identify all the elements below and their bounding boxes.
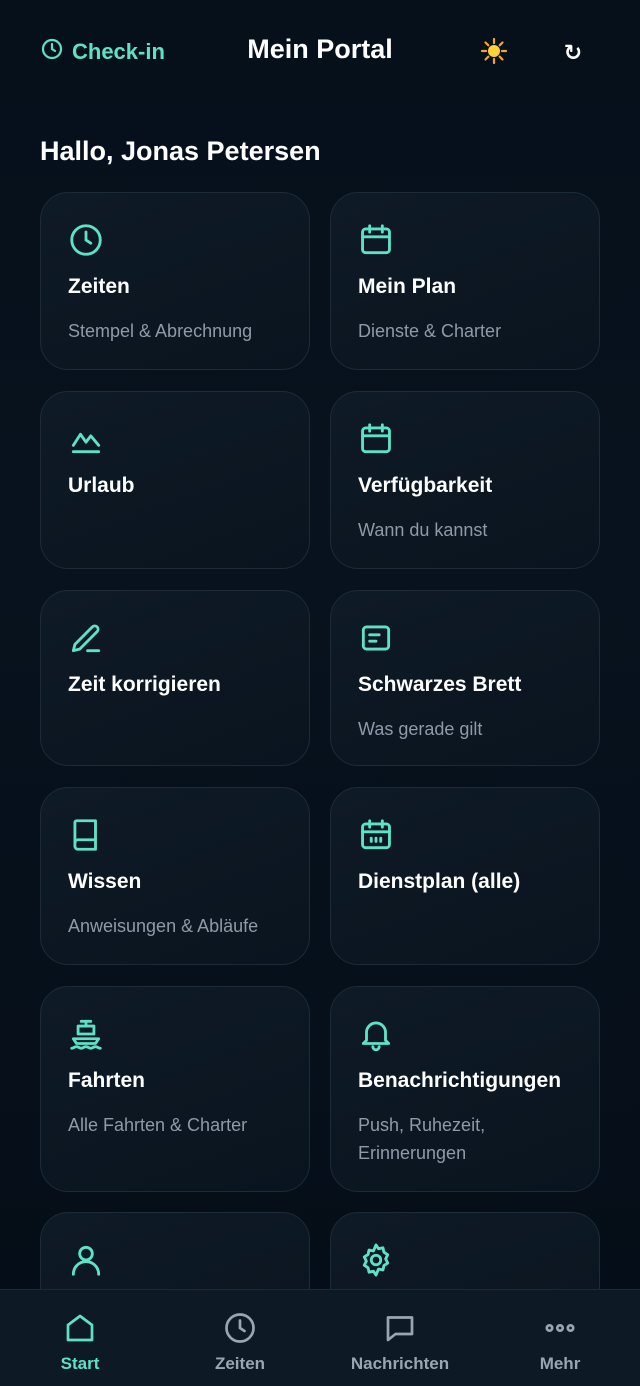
tile-zeit-korrigieren[interactable]: Zeit korrigieren	[40, 590, 310, 766]
tile-title: Verfügbarkeit	[358, 474, 493, 497]
nav-start[interactable]: Start	[0, 1290, 160, 1386]
tile-subtitle: Alle Fahrten & Charter	[68, 1115, 248, 1135]
tile-fahrten[interactable]: Fahrten Alle Fahrten & Charter	[40, 986, 310, 1192]
tile-title: Dienstplan (alle)	[358, 870, 521, 893]
app-screen: Check-in Mein Portal ↻ Hallo, Jonas Pete…	[0, 0, 640, 1386]
gear-icon	[357, 1241, 395, 1279]
tile-urlaub[interactable]: Urlaub	[40, 391, 310, 569]
tile-title: Schwarzes Brett	[358, 673, 522, 696]
calendar-grid-icon	[357, 816, 395, 854]
user-icon	[67, 1241, 105, 1279]
home-icon	[62, 1310, 98, 1346]
page-title: Mein Portal	[247, 34, 393, 64]
tile-title: Benachrichtigungen	[358, 1069, 562, 1092]
nav-label: Nachrichten	[350, 1354, 450, 1373]
nav-label: Mehr	[539, 1354, 581, 1373]
top-bar: Check-in Mein Portal ↻	[0, 0, 640, 102]
tile-subtitle: Dienste & Charter	[358, 321, 502, 341]
more-icon	[542, 1310, 578, 1346]
book-icon	[67, 816, 105, 854]
calendar-icon	[357, 221, 395, 259]
pencil-icon	[67, 619, 105, 657]
sun-icon	[480, 37, 508, 70]
tile-subtitle: Push, Ruhezeit, Erinnerungen	[358, 1115, 486, 1163]
refresh-icon: ↻	[563, 40, 583, 65]
clock-icon	[67, 221, 105, 259]
ship-icon	[67, 1015, 105, 1053]
theme-toggle-button[interactable]	[478, 37, 510, 70]
tile-subtitle: Wann du kannst	[358, 520, 488, 540]
tile-title: Zeit korrigieren	[68, 673, 221, 696]
refresh-button[interactable]: ↻	[558, 38, 588, 68]
bottom-navigation: Start Zeiten Nachrichten Mehr	[0, 1289, 640, 1386]
nav-label: Zeiten	[214, 1354, 266, 1373]
calendar-icon	[357, 420, 395, 458]
tile-verfuegbarkeit[interactable]: Verfügbarkeit Wann du kannst	[330, 391, 600, 569]
tile-subtitle: Stempel & Abrechnung	[68, 321, 253, 341]
clock-icon	[222, 1310, 258, 1346]
tile-title: Urlaub	[68, 474, 135, 497]
tile-subtitle: Anweisungen & Abläufe	[68, 916, 259, 936]
tile-wissen[interactable]: Wissen Anweisungen & Abläufe	[40, 787, 310, 965]
tile-title: Mein Plan	[358, 275, 457, 298]
tile-zeiten[interactable]: Zeiten Stempel & Abrechnung	[40, 192, 310, 370]
mountain-icon	[67, 420, 105, 458]
nav-mehr[interactable]: Mehr	[480, 1290, 640, 1386]
tile-title: Wissen	[68, 870, 142, 893]
greeting-heading: Hallo, Jonas Petersen	[40, 136, 321, 166]
nav-zeiten[interactable]: Zeiten	[160, 1290, 320, 1386]
tile-dienstplan-alle[interactable]: Dienstplan (alle)	[330, 787, 600, 965]
tile-schwarzes-brett[interactable]: Schwarzes Brett Was gerade gilt	[330, 590, 600, 766]
nav-nachrichten[interactable]: Nachrichten	[320, 1290, 480, 1386]
tile-mein-plan[interactable]: Mein Plan Dienste & Charter	[330, 192, 600, 370]
tile-benachrichtigungen[interactable]: Benachrichtigungen Push, Ruhezeit, Erinn…	[330, 986, 600, 1192]
nav-label: Start	[60, 1354, 100, 1373]
note-icon	[357, 619, 395, 657]
chat-icon	[382, 1310, 418, 1346]
tile-subtitle: Was gerade gilt	[358, 719, 483, 739]
tile-title: Fahrten	[68, 1069, 146, 1092]
bell-icon	[357, 1015, 395, 1053]
tile-title: Zeiten	[68, 275, 130, 298]
